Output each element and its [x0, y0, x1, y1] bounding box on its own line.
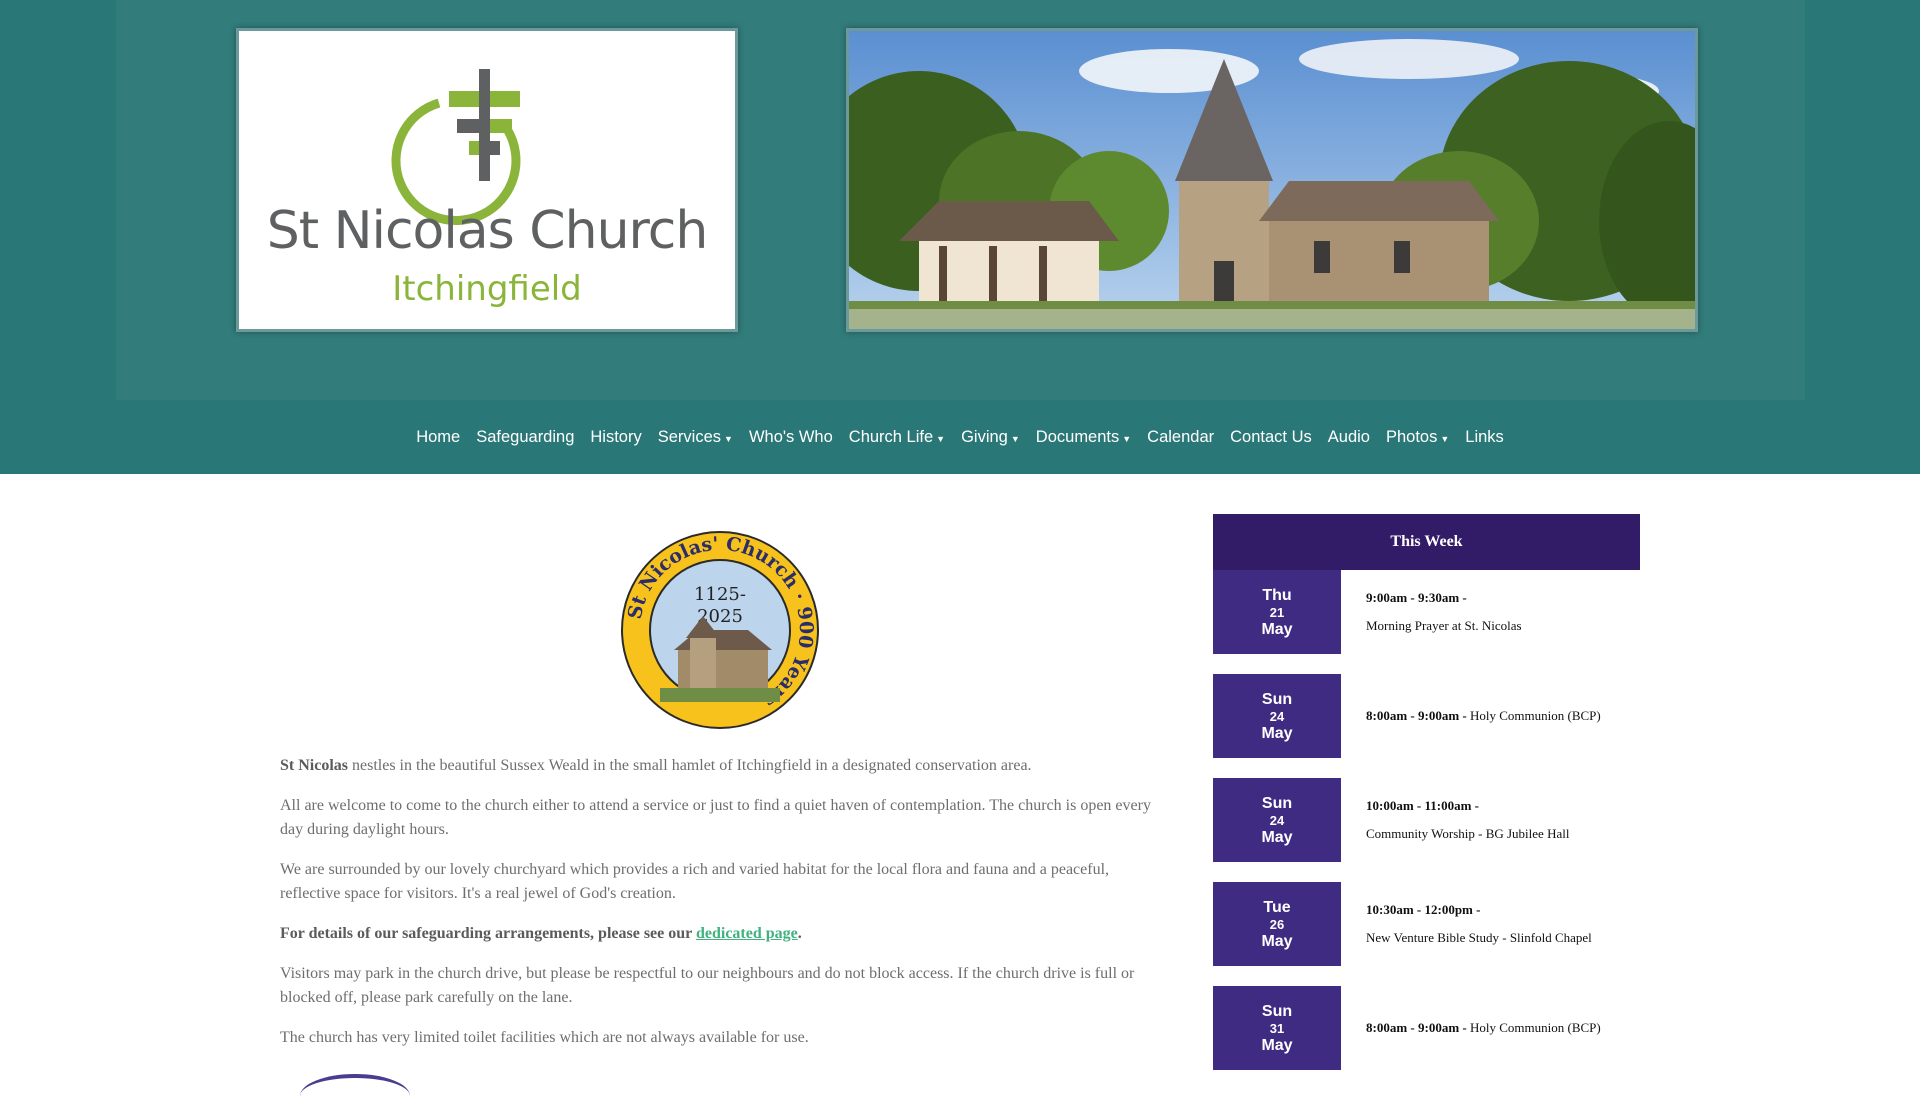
badge-years-start: 1125- — [694, 584, 746, 605]
caret-down-icon: ▼ — [1122, 433, 1132, 444]
event-info: 8:00am - 9:00am - Holy Communion (BCP) — [1341, 674, 1640, 758]
event-date: Sun 24 May — [1213, 674, 1341, 758]
nav-label: Links — [1465, 427, 1504, 446]
churchyard-paragraph: We are surrounded by our lovely churchya… — [280, 861, 1110, 902]
event-date: Sun 24 May — [1213, 778, 1341, 862]
event-date: 21 — [1269, 604, 1285, 620]
event-info: 10:30am - 12:00pm - New Venture Bible Stu… — [1341, 882, 1640, 966]
church-photo — [846, 28, 1698, 332]
event-time: 10:30am - 12:00pm - — [1366, 902, 1481, 917]
nav-item-services[interactable]: Services ▼ — [650, 428, 741, 447]
nav-item-documents[interactable]: Documents ▼ — [1028, 428, 1139, 447]
church-logo[interactable]: St Nicolas Church Itchingfield — [236, 28, 738, 332]
partial-badge — [300, 1074, 410, 1118]
nav-label: Documents — [1035, 427, 1120, 446]
event-row[interactable]: Tue 26 May 10:30am - 12:00pm - New Venture B… — [1213, 882, 1640, 966]
event-month: May — [1261, 1036, 1293, 1054]
event-day: Sun — [1261, 1002, 1293, 1020]
nav-item-giving[interactable]: Giving ▼ — [953, 428, 1028, 447]
event-date: Sun 31 May — [1213, 986, 1341, 1070]
event-row[interactable]: Sun 31 May 8:00am - 9:00am - Holy Communion… — [1213, 986, 1640, 1070]
nav-label: Church Life — [848, 427, 934, 446]
safeguarding-end: . — [797, 925, 802, 942]
event-time: 8:00am - 9:00am - — [1366, 708, 1467, 723]
nav-label: Services — [657, 427, 722, 446]
nav-item-contact-us[interactable]: Contact Us — [1222, 428, 1320, 447]
nav-label: Safeguarding — [476, 427, 575, 446]
event-date: 26 — [1269, 916, 1285, 932]
logo-title: St Nicolas Church — [266, 201, 709, 261]
event-day: Tue — [1263, 898, 1291, 916]
event-info: 10:00am - 11:00am - Community Worship - B… — [1341, 778, 1640, 862]
intro-bold: St Nicolas — [280, 757, 348, 774]
event-date: 24 — [1269, 812, 1285, 828]
caret-down-icon: ▼ — [1010, 433, 1020, 444]
nav-item-calendar[interactable]: Calendar — [1139, 428, 1222, 447]
event-row[interactable]: Sun 24 May 8:00am - 9:00am - Holy Communion… — [1213, 674, 1640, 758]
nav-item-who-s-who[interactable]: Who's Who — [741, 428, 841, 447]
event-description[interactable]: Morning Prayer at St. Nicolas — [1366, 618, 1522, 633]
event-description[interactable]: Holy Communion (BCP) — [1467, 1020, 1601, 1035]
dedicated-page-link[interactable]: dedicated page — [696, 925, 798, 942]
event-date: Thu 21 May — [1213, 570, 1341, 654]
900-years-badge: St Nicolas' Church · 900 Years 1125- 202… — [621, 531, 819, 729]
nav-item-safeguarding[interactable]: Safeguarding — [468, 428, 582, 447]
event-day: Thu — [1262, 586, 1292, 604]
event-time: 8:00am - 9:00am - — [1366, 1020, 1467, 1035]
safeguarding-paragraph: For details of our safeguarding arrangem… — [280, 922, 1160, 946]
nav-item-links[interactable]: Links — [1457, 428, 1512, 447]
nav-label: Contact Us — [1230, 427, 1312, 446]
event-month: May — [1261, 620, 1293, 638]
event-month: May — [1261, 828, 1293, 846]
event-date: Tue 26 May — [1213, 882, 1341, 966]
event-description[interactable]: Community Worship - BG Jubilee Hall — [1366, 826, 1569, 841]
event-description[interactable]: New Venture Bible Study - Slinfold Chape… — [1366, 930, 1592, 945]
event-description[interactable]: Holy Communion (BCP) — [1467, 708, 1601, 723]
event-month: May — [1261, 932, 1293, 950]
nav-label: Calendar — [1147, 427, 1215, 446]
nav-item-church-life[interactable]: Church Life ▼ — [841, 428, 953, 447]
event-day: Sun — [1261, 690, 1293, 708]
toilet-paragraph: The church has very limited toilet facil… — [280, 1029, 809, 1046]
this-week-panel: This Week Thu 21 May 9:00am - 9:30am - Morni… — [1213, 514, 1640, 1090]
nav-label: Audio — [1327, 427, 1370, 446]
event-row[interactable]: Thu 21 May 9:00am - 9:30am - Morning Prayer … — [1213, 570, 1640, 654]
event-date: 24 — [1269, 708, 1285, 724]
main-content: St Nicolas' Church · 900 Years 1125- 202… — [280, 520, 1160, 1066]
event-row[interactable]: Sun 24 May 10:00am - 11:00am - Community Wor… — [1213, 778, 1640, 862]
nav-item-audio[interactable]: Audio — [1320, 428, 1378, 447]
welcome-paragraph: All are welcome to come to the church ei… — [280, 797, 1151, 838]
caret-down-icon: ▼ — [936, 433, 946, 444]
nav-item-history[interactable]: History — [582, 428, 649, 447]
this-week-title: This Week — [1213, 514, 1640, 570]
main-nav: Home Safeguarding History Services ▼ Who's Wh… — [0, 400, 1920, 474]
event-date: 31 — [1269, 1020, 1285, 1036]
event-info: 9:00am - 9:30am - Morning Prayer at St. N… — [1341, 570, 1640, 654]
nav-label: Home — [416, 427, 461, 446]
parking-paragraph: Visitors may park in the church drive, b… — [280, 965, 1135, 1006]
nav-label: History — [590, 427, 642, 446]
nav-label: Giving — [961, 427, 1008, 446]
nav-label: Photos — [1385, 427, 1438, 446]
event-time: 9:00am - 9:30am - — [1366, 590, 1467, 605]
logo-subtitle: Itchingfield — [392, 269, 582, 309]
intro-paragraph: St Nicolas nestles in the beautiful Suss… — [280, 754, 1160, 778]
caret-down-icon: ▼ — [724, 433, 733, 444]
nav-item-photos[interactable]: Photos ▼ — [1378, 428, 1457, 447]
event-month: May — [1261, 724, 1293, 742]
nav-item-home[interactable]: Home — [408, 428, 468, 447]
caret-down-icon: ▼ — [1440, 433, 1450, 444]
intro-text: nestles in the beautiful Sussex Weald in… — [348, 757, 1032, 774]
nav-label: Who's Who — [748, 427, 833, 446]
event-info: 8:00am - 9:00am - Holy Communion (BCP) — [1341, 986, 1640, 1070]
safeguarding-text: For details of our safeguarding arrangem… — [280, 925, 696, 942]
event-time: 10:00am - 11:00am - — [1366, 798, 1480, 813]
event-day: Sun — [1261, 794, 1293, 812]
